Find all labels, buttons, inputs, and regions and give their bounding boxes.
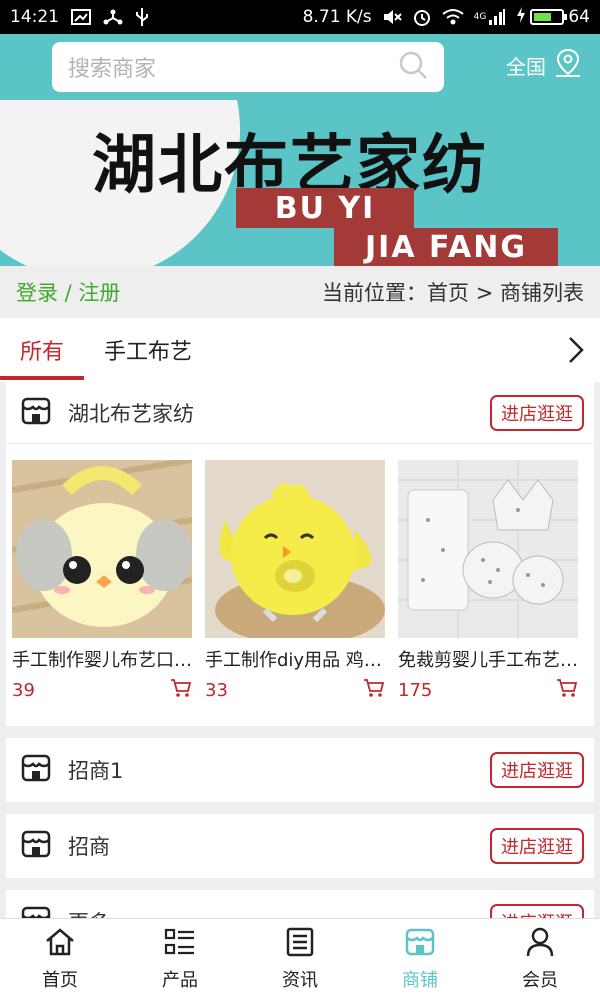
nav-label: 资讯: [282, 970, 318, 991]
nav-stores[interactable]: 商铺: [360, 919, 480, 1000]
shop-card: 湖北布艺家纺 进店逛逛 手工制作婴儿布艺口水巾 39 手工制作diy用品 鸡仔枕…: [6, 382, 594, 726]
nav-home[interactable]: 首页: [0, 919, 120, 1000]
network-speed: 8.71 K/s: [302, 7, 372, 27]
search-placeholder: 搜索商家: [68, 57, 157, 82]
nav-products[interactable]: 产品: [120, 919, 240, 1000]
banner-tag-line2: JIA FANG: [334, 228, 558, 266]
shop-card: 更多 进店逛逛: [6, 890, 594, 918]
shop-header[interactable]: 湖北布艺家纺 进店逛逛: [6, 382, 594, 444]
visit-store-button[interactable]: 进店逛逛: [490, 752, 584, 788]
store-icon: [20, 396, 52, 430]
product-name[interactable]: 免裁剪婴儿手工布艺套装: [398, 646, 578, 672]
product-image[interactable]: [398, 460, 578, 638]
nav-label: 商铺: [402, 970, 438, 991]
tab-all[interactable]: 所有: [20, 334, 64, 366]
banner[interactable]: 湖北布艺家纺 BU YI JIA FANG: [0, 100, 600, 266]
share-icon: [103, 8, 123, 26]
region-selector[interactable]: 全国: [506, 48, 582, 83]
cart-icon[interactable]: [556, 678, 578, 702]
battery-icon: [530, 9, 568, 25]
nav-label: 会员: [522, 970, 558, 991]
breadcrumb-bar: 登录 / 注册 当前位置：首页 > 商铺列表: [0, 266, 600, 318]
product-name[interactable]: 手工制作diy用品 鸡仔枕: [205, 646, 385, 672]
store-icon: [404, 927, 436, 962]
category-tabs: 所有 手工布艺: [0, 318, 600, 382]
tab-handmade-fabric[interactable]: 手工布艺: [104, 334, 192, 366]
store-icon: [20, 753, 52, 787]
charging-icon: [516, 6, 526, 28]
product-price: 33: [205, 679, 228, 701]
wifi-icon: [442, 8, 464, 26]
shop-name: 更多: [68, 907, 490, 918]
alarm-icon: [412, 7, 432, 27]
product-card[interactable]: 手工制作diy用品 鸡仔枕 33: [205, 460, 385, 702]
screenshot-icon: [71, 9, 91, 25]
user-icon: [525, 927, 555, 962]
cart-icon[interactable]: [170, 678, 192, 702]
shop-name: 招商1: [68, 759, 124, 783]
nav-label: 产品: [162, 970, 198, 991]
shop-header[interactable]: 招商 进店逛逛: [6, 814, 594, 878]
mute-icon: [382, 8, 402, 26]
network-type: 4G: [473, 12, 487, 22]
status-time: 14:21: [10, 7, 59, 27]
product-grid: 手工制作婴儿布艺口水巾 39 手工制作diy用品 鸡仔枕 33 免裁剪婴儿手工布…: [6, 444, 594, 702]
shop-header[interactable]: 更多 进店逛逛: [6, 890, 594, 918]
shop-name: 湖北布艺家纺: [68, 401, 194, 426]
header: 搜索商家 全国: [0, 34, 600, 100]
active-tab-indicator: [0, 376, 84, 380]
battery-percent: 64: [568, 7, 590, 27]
shop-card: 招商1 进店逛逛: [6, 738, 594, 802]
shop-name: 招商: [68, 835, 110, 859]
login-register-link[interactable]: 登录 / 注册: [16, 277, 120, 307]
visit-store-button[interactable]: 进店逛逛: [490, 394, 584, 431]
search-input[interactable]: 搜索商家: [52, 42, 444, 92]
nav-member[interactable]: 会员: [480, 919, 600, 1000]
product-price: 175: [398, 679, 433, 701]
status-bar: 14:21 8.71 K/s 4G 64: [0, 0, 600, 34]
chevron-right-icon[interactable]: [566, 334, 586, 370]
store-icon: [20, 905, 52, 918]
product-card[interactable]: 免裁剪婴儿手工布艺套装 175: [398, 460, 578, 702]
cart-icon[interactable]: [363, 678, 385, 702]
product-image[interactable]: [205, 460, 385, 638]
home-icon: [44, 927, 76, 962]
region-label: 全国: [506, 55, 546, 79]
signal-icon: 4G: [474, 8, 507, 26]
shop-card: 招商 进店逛逛: [6, 814, 594, 878]
news-icon: [285, 927, 315, 962]
search-icon[interactable]: [398, 50, 428, 84]
visit-store-button[interactable]: 进店逛逛: [490, 828, 584, 864]
shop-list: 湖北布艺家纺 进店逛逛 手工制作婴儿布艺口水巾 39 手工制作diy用品 鸡仔枕…: [0, 382, 600, 918]
nav-label: 首页: [42, 970, 78, 991]
usb-icon: [135, 7, 149, 27]
location-pin-icon: [554, 48, 582, 83]
nav-news[interactable]: 资讯: [240, 919, 360, 1000]
product-card[interactable]: 手工制作婴儿布艺口水巾 39: [12, 460, 192, 702]
battery-indicator: 64: [516, 6, 590, 28]
banner-tag-line1: BU YI: [236, 188, 414, 228]
visit-store-button[interactable]: 进店逛逛: [490, 904, 584, 918]
product-image[interactable]: [12, 460, 192, 638]
shop-header[interactable]: 招商1 进店逛逛: [6, 738, 594, 802]
product-name[interactable]: 手工制作婴儿布艺口水巾: [12, 646, 192, 672]
store-icon: [20, 829, 52, 863]
bottom-nav: 首页 产品 资讯 商铺 会员: [0, 918, 600, 1000]
breadcrumb: 当前位置：首页 > 商铺列表: [322, 281, 584, 305]
product-price: 39: [12, 679, 35, 701]
list-icon: [164, 927, 196, 962]
